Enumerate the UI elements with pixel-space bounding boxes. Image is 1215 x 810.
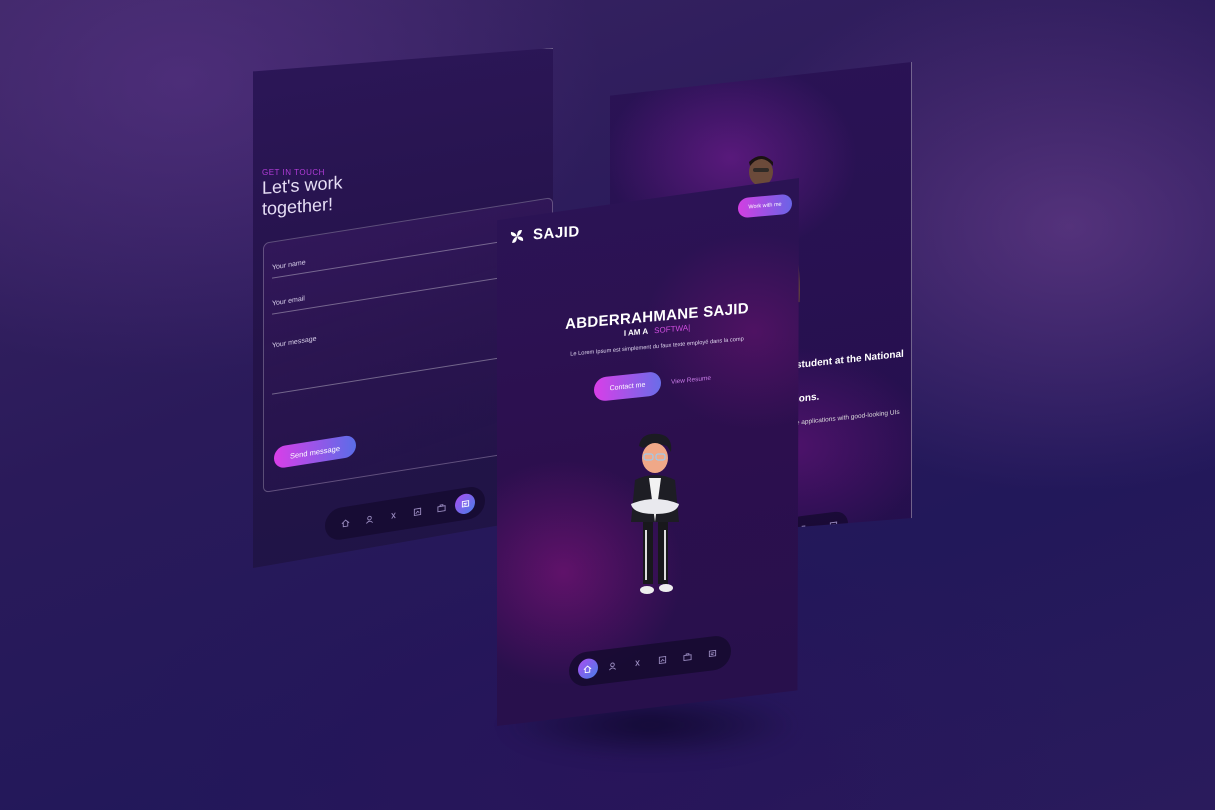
code-icon[interactable]	[383, 504, 403, 527]
chart-icon[interactable]	[653, 648, 673, 670]
send-message-button[interactable]: Send message	[274, 434, 356, 470]
message-icon[interactable]	[703, 642, 723, 664]
chart-icon[interactable]	[407, 500, 427, 523]
contact-me-button[interactable]: Contact me	[594, 370, 661, 402]
briefcase-icon[interactable]	[678, 645, 698, 667]
home-icon[interactable]	[577, 657, 598, 680]
briefcase-icon[interactable]	[431, 496, 451, 519]
pinwheel-logo-icon	[510, 229, 524, 243]
brand-name: SAJID	[533, 223, 580, 244]
message-icon[interactable]	[455, 492, 475, 516]
user-icon[interactable]	[359, 507, 379, 530]
home-icon[interactable]	[335, 511, 355, 534]
avatar-illustration	[631, 433, 679, 594]
message-field[interactable]: Your message	[272, 301, 532, 395]
panel-edge	[911, 62, 912, 542]
work-with-me-button[interactable]: Work with me	[738, 193, 792, 219]
hero-actions: Contact me View Resume	[594, 366, 711, 402]
role-prefix: I AM A	[623, 326, 649, 338]
view-resume-link[interactable]: View Resume	[671, 374, 711, 385]
code-icon[interactable]	[628, 651, 648, 673]
brand-logo[interactable]: SAJID	[509, 223, 580, 245]
role-typed: SOFTWA|	[654, 323, 691, 336]
message-icon[interactable]	[823, 514, 843, 536]
bottom-nav	[569, 634, 731, 688]
hero-section: ABDERRAHMANE SAJID I AM A SOFTWA| Le Lore…	[552, 299, 762, 359]
home-screen: Work with me SAJID ABDERRAHMANE SAJID I …	[497, 178, 799, 726]
user-icon[interactable]	[603, 654, 623, 676]
